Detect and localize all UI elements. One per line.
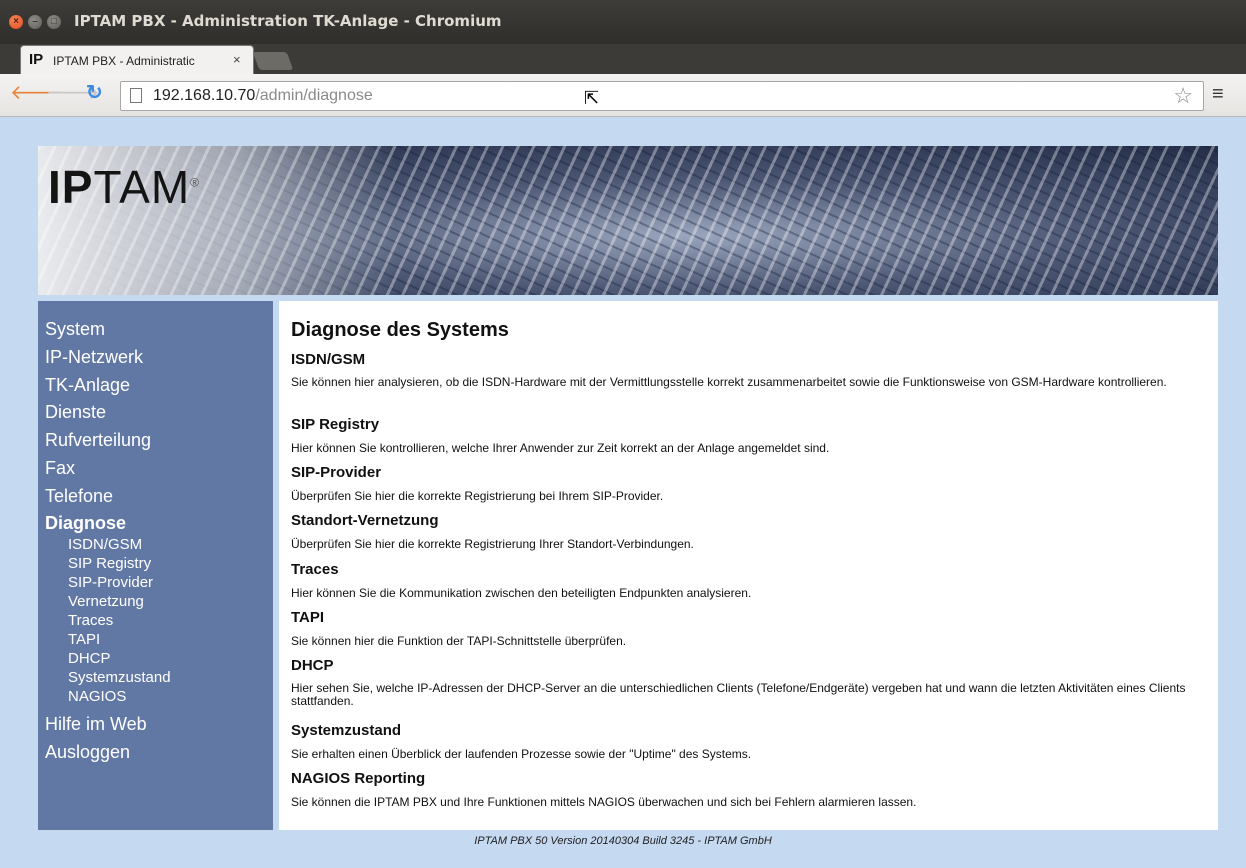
favicon-icon: IP [29, 51, 44, 68]
section-title-sip-provider: SIP-Provider [291, 464, 382, 481]
section-title-tapi: TAPI [291, 609, 325, 626]
sidebar-item-dienste[interactable]: Dienste [45, 402, 106, 423]
sidebar-subitem-dhcp[interactable]: DHCP [68, 651, 111, 667]
window-title: IPTAM PBX - Administration TK-Anlage - C… [74, 12, 502, 30]
window-close-button[interactable]: × [9, 15, 23, 29]
page-icon [130, 88, 142, 103]
section-title-isdn-gsm: ISDN/GSM [291, 351, 366, 368]
reload-icon[interactable]: ↻ [86, 83, 103, 103]
window-titlebar: × – □ IPTAM PBX - Administration TK-Anla… [0, 0, 1246, 44]
section-title-dhcp: DHCP [291, 657, 334, 674]
bookmark-star-icon[interactable]: ☆ [1173, 83, 1193, 109]
section-title-systemzustand: Systemzustand [291, 722, 402, 739]
sidebar-item-hilfe-im-web[interactable]: Hilfe im Web [45, 714, 147, 735]
tab-close-icon[interactable]: × [233, 52, 241, 67]
url-path: /admin/diagnose [255, 87, 373, 104]
sidebar: System IP-Netzwerk TK-Anlage Dienste Ruf… [38, 301, 273, 830]
section-text-nagios-reporting: Sie können die IPTAM PBX und Ihre Funkti… [291, 795, 917, 809]
sidebar-subitem-sip-provider[interactable]: SIP-Provider [68, 575, 153, 591]
section-text-sip-registry: Hier können Sie kontrollieren, welche Ih… [291, 441, 830, 455]
window-controls: × – □ [9, 15, 61, 29]
window-minimize-button[interactable]: – [28, 15, 42, 29]
section-text-dhcp: Hier sehen Sie, welche IP-Adressen der D… [291, 681, 1186, 708]
section-text-systemzustand: Sie erhalten einen Überblick der laufend… [291, 747, 752, 761]
section-title-standort-vernetzung: Standort-Vernetzung [291, 512, 439, 529]
sidebar-subitem-sip-registry[interactable]: SIP Registry [68, 556, 151, 572]
new-tab-button[interactable] [252, 52, 294, 70]
browser-tab[interactable]: IP IPTAM PBX - Administratic × [20, 45, 254, 75]
sidebar-item-ausloggen[interactable]: Ausloggen [45, 742, 130, 763]
window-maximize-button[interactable]: □ [47, 15, 61, 29]
section-title-nagios-reporting: NAGIOS Reporting [291, 770, 426, 787]
sidebar-item-system[interactable]: System [45, 319, 105, 340]
sidebar-subitem-nagios[interactable]: NAGIOS [68, 689, 126, 705]
address-bar[interactable]: 192.168.10.70/admin/diagnose ☆ [120, 81, 1204, 111]
sidebar-item-telefone[interactable]: Telefone [45, 486, 113, 507]
section-text-sip-provider: Überprüfen Sie hier die korrekte Registr… [291, 489, 664, 503]
logo: IPTAM® [48, 160, 200, 214]
header-banner: IPTAM® [38, 146, 1218, 295]
logo-registered: ® [190, 175, 200, 190]
page-title: Diagnose des Systems [291, 319, 509, 341]
sidebar-item-fax[interactable]: Fax [45, 458, 75, 479]
url-text[interactable]: 192.168.10.70/admin/diagnose [153, 87, 373, 105]
menu-icon[interactable]: ≡ [1212, 84, 1224, 104]
url-host: 192.168.10.70 [153, 87, 256, 104]
sidebar-item-rufverteilung[interactable]: Rufverteilung [45, 430, 151, 451]
logo-rest: TAM [93, 161, 191, 213]
section-text-standort-vernetzung: Überprüfen Sie hier die korrekte Registr… [291, 537, 694, 551]
section-text-traces: Hier können Sie die Kommunikation zwisch… [291, 586, 752, 600]
sidebar-subitem-vernetzung[interactable]: Vernetzung [68, 594, 144, 610]
sidebar-item-tk-anlage[interactable]: TK-Anlage [45, 375, 130, 396]
sidebar-subitem-systemzustand[interactable]: Systemzustand [68, 670, 171, 686]
main-content: Diagnose des Systems ISDN/GSM Sie können… [279, 301, 1218, 830]
browser-toolbar: 🡐 🡒 ↻ 192.168.10.70/admin/diagnose ☆ ≡ [0, 74, 1246, 117]
tab-title: IPTAM PBX - Administratic [53, 54, 195, 68]
section-title-traces: Traces [291, 561, 339, 578]
section-text-tapi: Sie können hier die Funktion der TAPI-Sc… [291, 634, 627, 648]
sidebar-item-diagnose[interactable]: Diagnose [45, 513, 126, 534]
footer-version-text: IPTAM PBX 50 Version 20140304 Build 3245… [474, 835, 772, 847]
sidebar-subitem-traces[interactable]: Traces [68, 613, 113, 629]
section-text-isdn-gsm: Sie können hier analysieren, ob die ISDN… [291, 375, 1167, 389]
mouse-cursor-icon: ⇱ [584, 88, 600, 108]
sidebar-subitem-tapi[interactable]: TAPI [68, 632, 100, 648]
logo-bold: IP [48, 161, 94, 213]
section-title-sip-registry: SIP Registry [291, 416, 380, 433]
sidebar-subitem-isdn-gsm[interactable]: ISDN/GSM [68, 537, 142, 553]
sidebar-item-ip-netzwerk[interactable]: IP-Netzwerk [45, 347, 143, 368]
